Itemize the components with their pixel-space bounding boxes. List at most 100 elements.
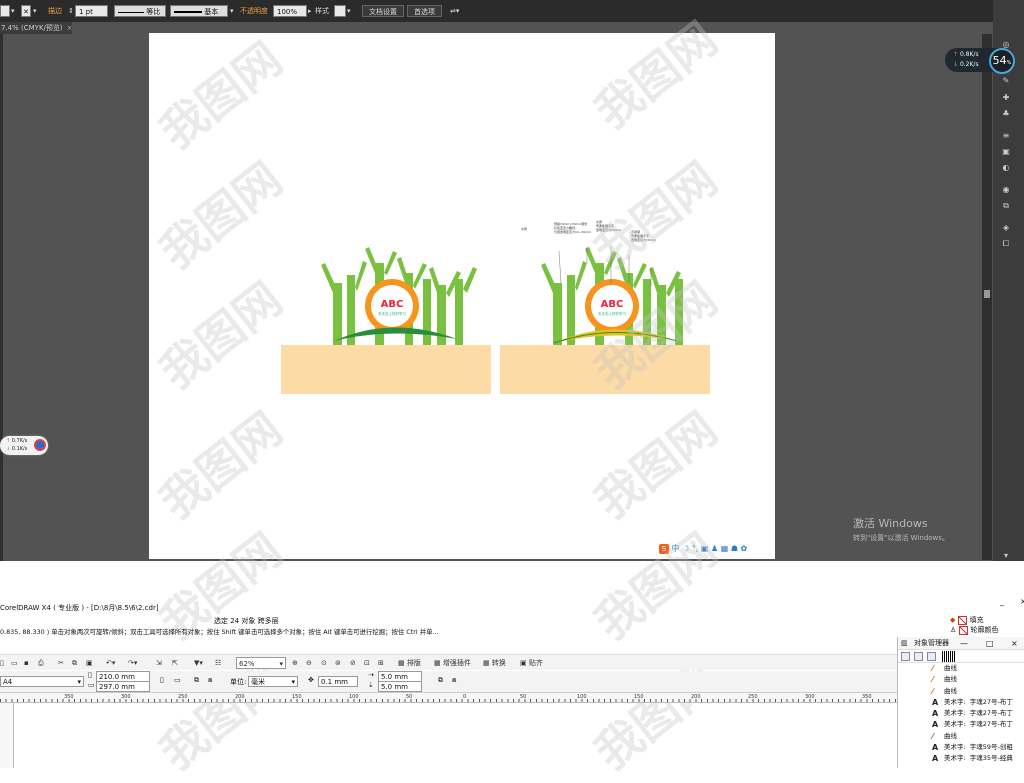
- stroke-weight-input[interactable]: 1 pt: [75, 5, 108, 17]
- layers-icon[interactable]: ◈: [1001, 223, 1011, 232]
- plugins-button[interactable]: ▦ 增强插件: [434, 657, 471, 669]
- opacity-label[interactable]: 不透明度: [240, 5, 268, 17]
- object-list-item[interactable]: A 美术字: 字魂27号-布丁: [898, 719, 1024, 730]
- close-tab-icon[interactable]: ×: [67, 24, 73, 32]
- stroke-dropdown-icon[interactable]: ▾: [33, 5, 37, 17]
- current-page-icon[interactable]: ⧈: [208, 676, 212, 685]
- all-pages-icon[interactable]: ⧉: [194, 676, 199, 685]
- vertical-scrollbar[interactable]: [982, 34, 992, 560]
- fill-dropdown-icon[interactable]: ▾: [11, 5, 15, 17]
- edit-across-layers-icon[interactable]: [914, 652, 923, 661]
- show-properties-icon[interactable]: [901, 652, 910, 661]
- units-select[interactable]: 毫米 ▾: [248, 676, 298, 687]
- snap-objects-icon[interactable]: ⧈: [452, 676, 456, 685]
- sogou-logo-icon[interactable]: S: [659, 544, 669, 554]
- preferences-button[interactable]: 首选项: [407, 5, 442, 17]
- scroll-down-icon[interactable]: ▾: [1001, 551, 1011, 560]
- ime-toolbar[interactable]: S 中 ☽ °, ▣ ♟ ▦ ☗ ✿: [659, 542, 772, 555]
- style-dropdown-icon[interactable]: ▾: [347, 5, 351, 17]
- zoom-page-icon[interactable]: ⊘: [350, 657, 356, 669]
- ime-language-toggle[interactable]: 中: [672, 544, 680, 553]
- zoom-out-icon[interactable]: ⊖: [306, 657, 312, 669]
- zoom-in-icon[interactable]: ⊕: [292, 657, 298, 669]
- zoom-height-icon[interactable]: ⊞: [378, 657, 384, 669]
- close-button[interactable]: ×: [1020, 597, 1024, 606]
- object-list-item[interactable]: A 美术字: 字魂27号-布丁: [898, 708, 1024, 719]
- convert-button[interactable]: ▦ 转换: [483, 657, 506, 669]
- paste-icon[interactable]: ▣: [86, 657, 93, 669]
- duplicate-y-input[interactable]: 5.0 mm: [378, 681, 422, 692]
- object-list-item[interactable]: ⁄ 曲线: [898, 686, 1024, 697]
- landscape-icon[interactable]: ▭: [174, 676, 181, 684]
- zoom-selected-icon[interactable]: ⊙: [321, 657, 327, 669]
- new-icon[interactable]: ▯: [0, 657, 4, 669]
- graphic-styles-icon[interactable]: ♣: [1001, 109, 1011, 118]
- undo-icon[interactable]: ↶▾: [106, 657, 115, 669]
- fill-indicator[interactable]: ◆ 填充: [950, 615, 999, 625]
- stroke-stepper-icon[interactable]: ⇕: [68, 5, 74, 17]
- snap-button[interactable]: ▣ 贴齐: [520, 657, 543, 669]
- opacity-dropdown-icon[interactable]: ▸: [308, 5, 312, 17]
- portrait-icon[interactable]: ▯: [160, 676, 164, 684]
- nudge-input[interactable]: 0.1 mm: [318, 676, 358, 687]
- gradient-icon[interactable]: ▣: [1001, 147, 1011, 156]
- network-speed-widget[interactable]: ↑ 0.8K/s ↓ 0.2K/s 54%: [945, 48, 1015, 74]
- stroke-panel-icon[interactable]: ≡: [1001, 131, 1011, 140]
- copy-icon[interactable]: ⧉: [72, 657, 77, 669]
- left-ground-block[interactable]: [281, 345, 491, 394]
- scrollbar-thumb[interactable]: [984, 290, 990, 298]
- fill-outline-indicator[interactable]: ◆ 填充 ♙ 轮廓颜色: [950, 615, 999, 635]
- fill-swatch[interactable]: [0, 5, 10, 17]
- symbols-icon[interactable]: ✚: [1001, 93, 1011, 102]
- appearance-icon[interactable]: ◉: [1001, 185, 1011, 194]
- arrange-button[interactable]: ▦ 排版: [398, 657, 421, 669]
- redo-icon[interactable]: ↷▾: [128, 657, 137, 669]
- panel-maximize-button[interactable]: □: [986, 637, 994, 650]
- profile-select[interactable]: 等比: [114, 5, 166, 17]
- object-list-item[interactable]: ⁄ 曲线: [898, 663, 1024, 674]
- page-size-select[interactable]: A4 ▾: [0, 676, 84, 687]
- options-icon[interactable]: ☷: [215, 657, 221, 669]
- ime-tool-icons[interactable]: ☽ °, ▣ ♟ ▦ ☗ ✿: [682, 544, 747, 553]
- open-icon[interactable]: ▭: [11, 657, 18, 669]
- export-icon[interactable]: ⇱: [172, 657, 178, 669]
- object-list-item[interactable]: ⁄ 曲线: [898, 674, 1024, 685]
- cut-icon[interactable]: ✂: [58, 657, 64, 669]
- print-icon[interactable]: ⎙: [38, 657, 44, 669]
- opacity-input[interactable]: 100%: [273, 5, 307, 17]
- artboards-icon[interactable]: ⧉: [1001, 201, 1011, 210]
- object-list-item[interactable]: ⁄ 曲线: [898, 731, 1024, 742]
- artboard[interactable]: ABC 天天向上好好学习 ABC 天天向上好好学习 木质 预留?0mm×?0mm…: [149, 33, 775, 559]
- brush-dropdown-icon[interactable]: ▾: [230, 5, 234, 17]
- transparency-icon[interactable]: ◐: [1001, 163, 1011, 172]
- import-icon[interactable]: ⇲: [156, 657, 162, 669]
- minimize-button[interactable]: _: [1000, 597, 1004, 606]
- layer-manager-view-icon[interactable]: [927, 652, 936, 661]
- vertical-ruler[interactable]: [0, 703, 14, 768]
- stroke-swatch[interactable]: ✕: [21, 5, 31, 17]
- outline-indicator[interactable]: ♙ 轮廓颜色: [950, 625, 999, 635]
- style-swatch[interactable]: [334, 5, 346, 17]
- object-list-item[interactable]: A 美术字: 字魂35号-经典: [898, 753, 1024, 764]
- stroke-label[interactable]: 描边: [48, 5, 62, 17]
- network-speed-widget-left[interactable]: ↑ 0.7K/s ↓ 0.1K/s: [0, 436, 48, 455]
- save-icon[interactable]: ▪: [24, 657, 29, 669]
- links-icon[interactable]: ⧠: [1001, 239, 1011, 248]
- launcher-icon[interactable]: ▼▾: [194, 657, 203, 669]
- left-sign-graphic[interactable]: ABC 天天向上好好学习: [319, 243, 489, 358]
- zoom-select[interactable]: 62% ▾: [236, 657, 286, 669]
- brush-select[interactable]: 基本: [170, 5, 228, 17]
- horizontal-ruler[interactable]: 350 300 250 200 150 100 50 0 50 100 150 200 250 300 35…: [0, 693, 929, 703]
- treat-as-filled-icon[interactable]: ⧉: [438, 676, 443, 685]
- arrange-documents-icon[interactable]: ⇌▾: [450, 5, 459, 17]
- document-tab[interactable]: 7.4% (CMYK/预览) ×: [0, 22, 73, 34]
- object-list-item[interactable]: A 美术字: 字魂27号-布丁: [898, 697, 1024, 708]
- zoom-width-icon[interactable]: ⊡: [364, 657, 370, 669]
- page-height-input[interactable]: 297.0 mm: [96, 681, 150, 692]
- brushes-icon[interactable]: ✎: [1001, 76, 1011, 85]
- panel-close-button[interactable]: ×: [1011, 637, 1018, 650]
- panel-minimize-button[interactable]: —: [960, 637, 968, 650]
- document-setup-button[interactable]: 文档设置: [362, 5, 404, 17]
- right-sign-graphic[interactable]: ABC 天天向上好好学习: [539, 243, 709, 358]
- zoom-all-icon[interactable]: ⊚: [335, 657, 341, 669]
